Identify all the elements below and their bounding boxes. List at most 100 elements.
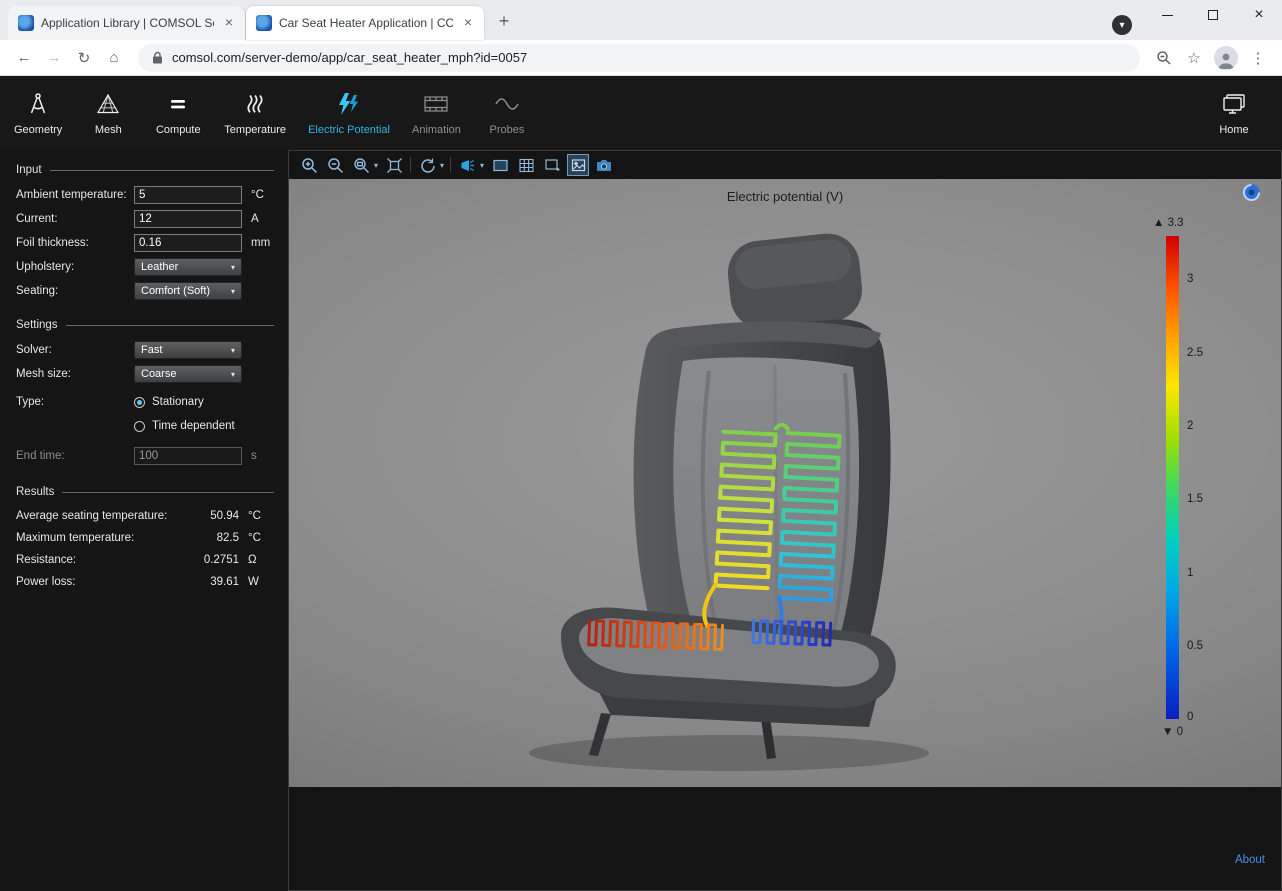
close-window-button[interactable]: × — [1236, 0, 1282, 30]
field-label: Type: — [16, 396, 134, 408]
app-ribbon: Geometry Mesh Compute Temperature Electr… — [0, 76, 1282, 150]
back-icon[interactable]: ← — [10, 44, 38, 72]
snapshot-camera-icon[interactable] — [594, 155, 614, 175]
chevron-down-icon[interactable]: ▾ — [440, 161, 444, 170]
toolbar-probes-button[interactable]: Probes — [483, 90, 531, 136]
maximize-button[interactable] — [1190, 0, 1236, 30]
input-sidebar: Input Ambient temperature: °C Current: A… — [0, 150, 288, 891]
zoom-out-icon[interactable] — [325, 155, 345, 175]
go-to-default-view-icon[interactable] — [417, 155, 437, 175]
toolbar-home-button[interactable]: Home — [1210, 90, 1258, 136]
scene-light-icon[interactable] — [457, 155, 477, 175]
zoom-in-icon[interactable] — [299, 155, 319, 175]
ambient-temperature-input[interactable] — [134, 186, 242, 204]
field-row-mesh-size: Mesh size: Coarse ▾ — [0, 362, 288, 386]
add-image-icon[interactable] — [542, 155, 562, 175]
field-row-ambient: Ambient temperature: °C — [0, 183, 288, 207]
current-input[interactable] — [134, 210, 242, 228]
zoom-extents-icon[interactable] — [384, 155, 404, 175]
radio-label: Time dependent — [152, 420, 235, 432]
legend-tick: 3 — [1187, 273, 1193, 285]
chevron-down-icon: ▾ — [1119, 20, 1124, 31]
forward-icon[interactable]: → — [40, 44, 68, 72]
window-controls: × — [1144, 0, 1282, 30]
foil-thickness-input[interactable] — [134, 234, 242, 252]
tab-close-icon[interactable]: × — [221, 15, 237, 31]
result-label: Maximum temperature: — [16, 532, 187, 544]
animation-filmstrip-icon — [423, 90, 449, 118]
browser-menu-icon[interactable]: ⋮ — [1244, 44, 1272, 72]
image-mode-icon[interactable] — [568, 155, 588, 175]
address-input[interactable]: comsol.com/server-demo/app/car_seat_heat… — [138, 44, 1140, 72]
field-label: Current: — [16, 213, 134, 225]
toolbar-compute-button[interactable]: Compute — [154, 90, 202, 136]
zoom-box-icon[interactable] — [351, 155, 371, 175]
chevron-down-icon[interactable]: ▾ — [374, 161, 378, 170]
legend-tick: 2.5 — [1187, 347, 1203, 359]
toolbar-animation-button[interactable]: Animation — [412, 90, 461, 136]
result-label: Power loss: — [16, 576, 187, 588]
field-label: Foil thickness: — [16, 237, 134, 249]
result-value: 0.2751 — [187, 554, 239, 566]
plot-canvas[interactable]: Electric potential (V) — [289, 179, 1281, 787]
bookmark-star-icon[interactable]: ☆ — [1180, 44, 1208, 72]
toolbar-temperature-button[interactable]: Temperature — [224, 90, 286, 136]
field-label: Seating: — [16, 285, 134, 297]
url-text: comsol.com/server-demo/app/car_seat_heat… — [172, 50, 527, 65]
page-zoom-icon[interactable] — [1150, 44, 1178, 72]
end-time-input — [134, 447, 242, 465]
home-icon[interactable]: ⌂ — [100, 44, 128, 72]
toolbar-electric-potential-button[interactable]: Electric Potential — [308, 90, 390, 136]
compute-equals-icon — [166, 90, 190, 118]
browser-address-bar: ← → ↻ ⌂ comsol.com/server-demo/app/car_s… — [0, 40, 1282, 76]
electric-potential-bolt-icon — [336, 90, 362, 118]
upholstery-select[interactable]: Leather ▾ — [134, 258, 242, 276]
field-row-solver: Solver: Fast ▾ — [0, 338, 288, 362]
field-unit: A — [251, 213, 259, 225]
chevron-down-icon: ▾ — [231, 287, 235, 296]
toolbar-label: Mesh — [95, 124, 122, 136]
field-unit: s — [251, 450, 257, 462]
toolbar-geometry-button[interactable]: Geometry — [14, 90, 62, 136]
toolbar-label: Animation — [412, 124, 461, 136]
browser-tab-car-seat-heater[interactable]: Car Seat Heater Application | CO × — [246, 6, 484, 40]
tab-close-icon[interactable]: × — [460, 15, 476, 31]
result-unit: °C — [248, 510, 272, 522]
result-row-max-temp: Maximum temperature: 82.5 °C — [0, 527, 288, 549]
legend-max-label: ▲ 3.3 — [1153, 217, 1231, 229]
toolbar-label: Geometry — [14, 124, 62, 136]
browser-tab-application-library[interactable]: Application Library | COMSOL Se × — [8, 6, 246, 40]
reload-icon[interactable]: ↻ — [70, 44, 98, 72]
result-value: 39.61 — [187, 576, 239, 588]
comsol-favicon — [256, 15, 272, 31]
legend-tick: 1.5 — [1187, 493, 1203, 505]
graphics-region: ▾ ▾ ▾ — [288, 150, 1282, 891]
colorbar — [1166, 236, 1179, 719]
mesh-size-select[interactable]: Coarse ▾ — [134, 365, 242, 383]
field-unit: mm — [251, 237, 270, 249]
seating-select[interactable]: Comfort (Soft) ▾ — [134, 282, 242, 300]
field-label: Solver: — [16, 344, 134, 356]
selected-value: Fast — [141, 344, 162, 356]
comsol-logo[interactable] — [1242, 183, 1261, 202]
solver-select[interactable]: Fast ▾ — [134, 341, 242, 359]
result-row-avg-temp: Average seating temperature: 50.94 °C — [0, 505, 288, 527]
transparency-icon[interactable] — [490, 155, 510, 175]
field-label: Upholstery: — [16, 261, 134, 273]
profile-avatar[interactable] — [1214, 46, 1238, 70]
comsol-favicon — [18, 15, 34, 31]
minimize-icon — [1162, 15, 1173, 16]
field-row-seating: Seating: Comfort (Soft) ▾ — [0, 279, 288, 303]
minimize-button[interactable] — [1144, 0, 1190, 30]
new-tab-button[interactable]: + — [490, 8, 518, 36]
toolbar-label: Compute — [156, 124, 201, 136]
grid-icon[interactable] — [516, 155, 536, 175]
tab-search-button[interactable]: ▾ — [1112, 15, 1132, 35]
time-dependent-radio[interactable] — [134, 421, 145, 432]
stationary-radio[interactable] — [134, 397, 145, 408]
about-link[interactable]: About — [1235, 854, 1265, 866]
toolbar-mesh-button[interactable]: Mesh — [84, 90, 132, 136]
legend-tick: 1 — [1187, 567, 1193, 579]
chevron-down-icon[interactable]: ▾ — [480, 161, 484, 170]
chevron-down-icon: ▾ — [231, 346, 235, 355]
